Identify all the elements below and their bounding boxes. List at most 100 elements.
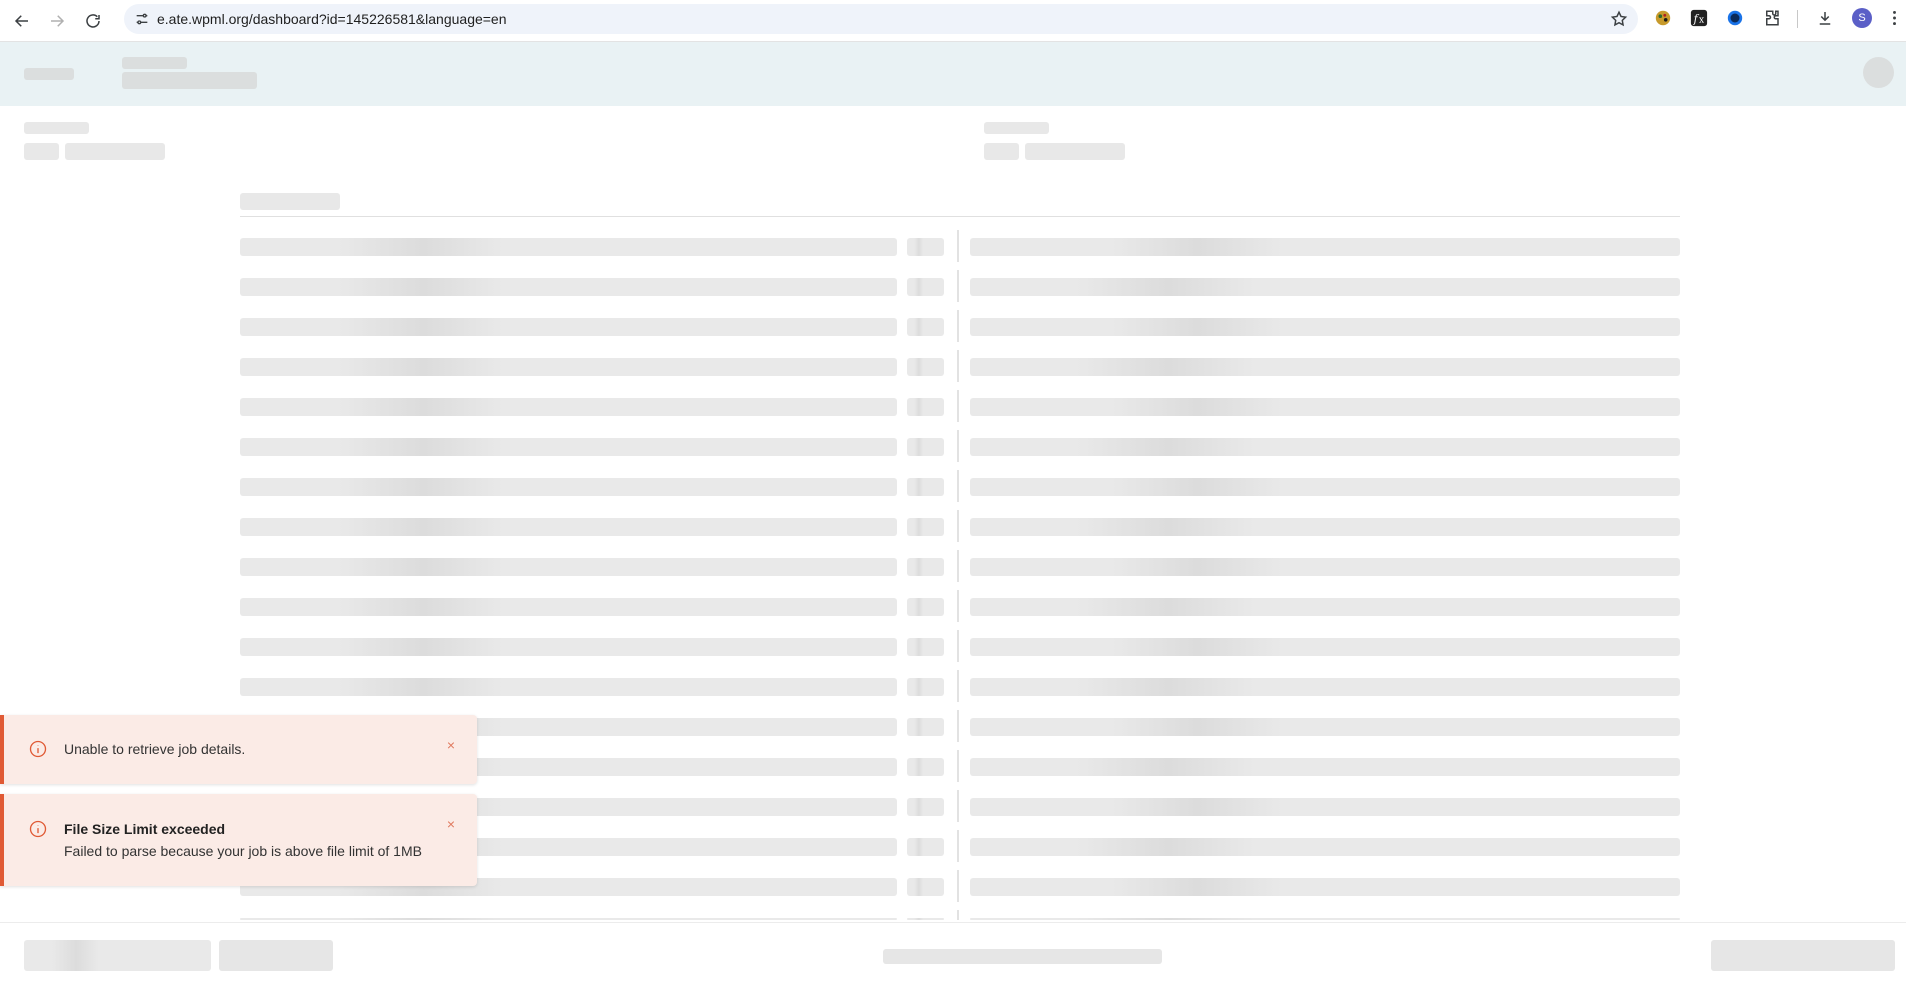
column-divider <box>957 430 959 462</box>
address-bar[interactable]: e.ate.wpml.org/dashboard?id=145226581&la… <box>124 4 1638 34</box>
footer-button-placeholder <box>24 940 211 971</box>
subtitle-placeholder <box>122 72 257 89</box>
column-divider <box>957 750 959 782</box>
target-segment-placeholder <box>970 478 1680 496</box>
url-text[interactable]: e.ate.wpml.org/dashboard?id=145226581&la… <box>157 11 507 27</box>
error-toast: Unable to retrieve job details. × <box>0 715 477 784</box>
extension-circle-icon[interactable] <box>1725 8 1745 28</box>
target-flag-placeholder <box>984 143 1019 160</box>
column-divider <box>957 310 959 342</box>
extension-icon[interactable] <box>1762 8 1782 28</box>
column-divider <box>957 590 959 622</box>
source-language-placeholder <box>65 143 165 160</box>
segment-status-placeholder <box>907 598 944 616</box>
info-icon <box>29 740 47 758</box>
segment-status-placeholder <box>907 478 944 496</box>
reload-icon[interactable] <box>79 7 107 35</box>
target-segment-placeholder <box>970 278 1680 296</box>
column-divider <box>957 510 959 542</box>
back-icon[interactable] <box>8 7 36 35</box>
extension-palette-icon[interactable] <box>1653 8 1673 28</box>
target-segment-placeholder <box>970 918 1680 920</box>
source-segment-placeholder <box>240 598 897 616</box>
target-label-placeholder <box>984 122 1049 134</box>
target-segment-placeholder <box>970 438 1680 456</box>
source-label-placeholder <box>24 122 89 134</box>
segment-status-placeholder <box>907 558 944 576</box>
column-divider <box>957 350 959 382</box>
segment-status-placeholder <box>907 838 944 856</box>
segment-status-placeholder <box>907 438 944 456</box>
target-segment-placeholder <box>970 878 1680 896</box>
bookmark-star-icon[interactable] <box>1610 10 1628 28</box>
source-segment-placeholder <box>240 398 897 416</box>
close-icon[interactable]: × <box>447 737 455 753</box>
avatar <box>1863 57 1894 88</box>
target-segment-placeholder <box>970 598 1680 616</box>
column-divider <box>957 670 959 702</box>
downloads-icon[interactable] <box>1815 8 1835 28</box>
target-segment-placeholder <box>970 238 1680 256</box>
target-segment-placeholder <box>970 518 1680 536</box>
app-header <box>0 42 1906 106</box>
target-segment-placeholder <box>970 758 1680 776</box>
toast-title: File Size Limit exceeded <box>64 821 226 837</box>
footer <box>0 922 1906 985</box>
extension-fx-icon[interactable]: fx <box>1689 8 1709 28</box>
target-segment-placeholder <box>970 718 1680 736</box>
error-toast: File Size Limit exceeded Failed to parse… <box>0 794 477 886</box>
target-segment-placeholder <box>970 358 1680 376</box>
column-divider <box>957 270 959 302</box>
site-info-icon[interactable] <box>134 11 150 27</box>
column-divider <box>957 550 959 582</box>
target-segment-placeholder <box>970 638 1680 656</box>
column-divider <box>957 790 959 822</box>
target-segment-placeholder <box>970 678 1680 696</box>
table-title-placeholder <box>240 193 340 210</box>
segment-status-placeholder <box>907 398 944 416</box>
source-segment-placeholder <box>240 358 897 376</box>
column-divider <box>957 390 959 422</box>
segment-status-placeholder <box>907 878 944 896</box>
source-segment-placeholder <box>240 638 897 656</box>
toast-message: Failed to parse because your job is abov… <box>64 843 422 859</box>
info-icon <box>29 820 47 838</box>
segment-status-placeholder <box>907 678 944 696</box>
progress-placeholder <box>883 949 1162 964</box>
column-divider <box>957 710 959 742</box>
segment-status-placeholder <box>907 718 944 736</box>
toolbar-separator <box>1797 10 1798 28</box>
segment-status-placeholder <box>907 758 944 776</box>
column-divider <box>957 910 959 920</box>
source-segment-placeholder <box>240 318 897 336</box>
complete-button-placeholder <box>1711 940 1895 971</box>
target-segment-placeholder <box>970 318 1680 336</box>
segment-status-placeholder <box>907 278 944 296</box>
source-segment-placeholder <box>240 518 897 536</box>
table-header-divider <box>240 216 1680 217</box>
profile-avatar[interactable]: S <box>1852 8 1872 28</box>
source-segment-placeholder <box>240 438 897 456</box>
target-segment-placeholder <box>970 398 1680 416</box>
source-flag-placeholder <box>24 143 59 160</box>
column-divider <box>957 230 959 262</box>
segment-status-placeholder <box>907 638 944 656</box>
source-segment-placeholder <box>240 278 897 296</box>
column-divider <box>957 630 959 662</box>
svg-text:x: x <box>1699 16 1704 26</box>
source-segment-placeholder <box>240 918 897 920</box>
target-segment-placeholder <box>970 558 1680 576</box>
column-divider <box>957 870 959 902</box>
forward-icon[interactable] <box>43 7 71 35</box>
segment-status-placeholder <box>907 518 944 536</box>
source-segment-placeholder <box>240 238 897 256</box>
logo-placeholder <box>24 68 74 80</box>
menu-icon[interactable] <box>1887 8 1901 28</box>
segment-status-placeholder <box>907 358 944 376</box>
target-segment-placeholder <box>970 838 1680 856</box>
target-segment-placeholder <box>970 798 1680 816</box>
browser-toolbar: e.ate.wpml.org/dashboard?id=145226581&la… <box>0 0 1906 42</box>
segment-status-placeholder <box>907 798 944 816</box>
footer-button-placeholder <box>219 940 333 971</box>
close-icon[interactable]: × <box>447 816 455 832</box>
